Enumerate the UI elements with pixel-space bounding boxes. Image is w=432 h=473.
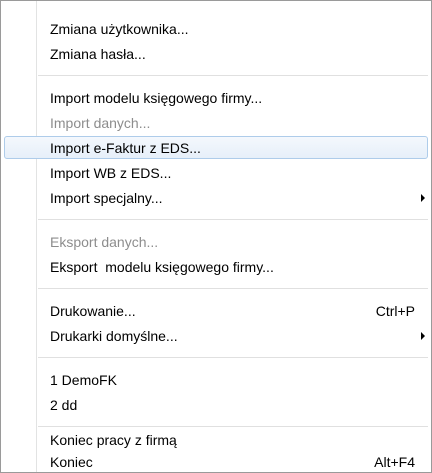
menu-item-import-data: Import danych... (1, 111, 431, 135)
menu-item-label: Zmiana użytkownika... (50, 21, 189, 37)
menu-separator (38, 288, 428, 290)
menu-item-label: Koniec (50, 454, 93, 470)
menu-item-label: Import danych... (50, 115, 151, 131)
menu-separator (38, 426, 428, 428)
menu-item-recent-company-2[interactable]: 2 dd (1, 393, 431, 417)
menu-separator (38, 357, 428, 359)
menu-item-change-password[interactable]: Zmiana hasła... (1, 42, 431, 66)
menu-item-export-data: Eksport danych... (1, 230, 431, 254)
menu-separator (38, 219, 428, 221)
menu-item-label: 2 dd (50, 397, 78, 413)
menu-separator (38, 75, 428, 77)
menu-item-close-company[interactable]: Koniec pracy z firmą (1, 428, 431, 452)
menu-item-label: Drukowanie... (50, 303, 136, 319)
menu-item-import-e-invoices[interactable]: Import e-Faktur z EDS... (1, 136, 431, 160)
menu-item-import-accounting-model[interactable]: Import modelu księgowego firmy... (1, 86, 431, 110)
menu-item-import-wb[interactable]: Import WB z EDS... (1, 161, 431, 185)
menu-item-export-accounting-model[interactable]: Eksport modelu księgowego firmy... (1, 255, 431, 279)
menu-item-default-printers[interactable]: Drukarki domyślne... (1, 324, 431, 348)
shortcut-label: Alt+F4 (374, 454, 415, 470)
menu-item-label: Zmiana hasła... (50, 46, 146, 62)
shortcut-label: Ctrl+P (375, 303, 415, 319)
menu-item-label: Eksport danych... (50, 234, 159, 250)
menu-item-label: Koniec pracy z firmą (50, 432, 177, 448)
menu-item-label: Drukarki domyślne... (50, 328, 178, 344)
menu-item-label: Import e-Faktur z EDS... (50, 140, 201, 156)
menu-item-change-user[interactable]: Zmiana użytkownika... (1, 17, 431, 41)
menu-item-label: Import specjalny... (50, 190, 163, 206)
menu-item-import-special[interactable]: Import specjalny... (1, 186, 431, 210)
submenu-arrow-icon (421, 194, 425, 202)
submenu-arrow-icon (421, 332, 425, 340)
context-menu: Zmiana użytkownika... Zmiana hasła... Im… (0, 0, 432, 473)
menu-item-label: Import modelu księgowego firmy... (50, 90, 263, 106)
menu-item-recent-company-1[interactable]: 1 DemoFK (1, 368, 431, 392)
menu-item-print[interactable]: Drukowanie... Ctrl+P (1, 299, 431, 323)
menu-item-label: Import WB z EDS... (50, 165, 172, 181)
menu-item-exit[interactable]: Koniec Alt+F4 (1, 450, 431, 472)
menu-item-label: Eksport modelu księgowego firmy... (50, 259, 274, 275)
menu-item-label: 1 DemoFK (50, 372, 117, 388)
